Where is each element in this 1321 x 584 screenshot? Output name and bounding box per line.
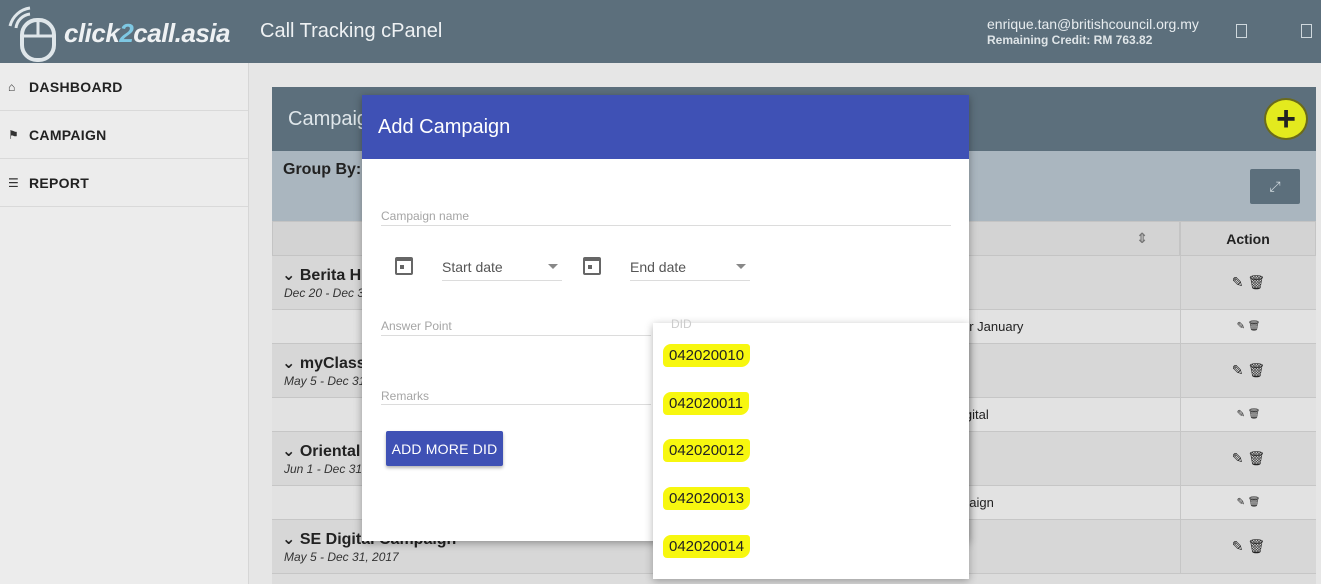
- logo-text: click2call.asia: [64, 18, 230, 48]
- menu-icon[interactable]: [1301, 24, 1312, 38]
- home-icon: ⌂: [8, 79, 16, 94]
- row-actions: ✎ 🗑: [1180, 310, 1316, 343]
- group-date: Jun 1 - Dec 31: [284, 462, 363, 476]
- trash-icon[interactable]: 🗑: [1248, 321, 1261, 332]
- end-date-select[interactable]: End date: [630, 259, 686, 275]
- group-name[interactable]: ⌄ Berita H: [282, 265, 361, 285]
- did-option[interactable]: 042020013: [663, 487, 751, 510]
- list-icon: ☰: [8, 175, 20, 190]
- edit-icon[interactable]: ✎: [1232, 362, 1244, 379]
- row-actions: ✎ 🗑: [1180, 520, 1316, 573]
- group-date: May 5 - Dec 31: [284, 374, 366, 388]
- sidebar-item-campaign[interactable]: ⚑ CAMPAIGN: [0, 111, 248, 159]
- column-header-action: Action: [1180, 221, 1316, 256]
- row-actions: ✎ 🗑: [1180, 344, 1316, 397]
- row-actions: ✎ 🗑: [1180, 432, 1316, 485]
- trash-icon[interactable]: 🗑: [1247, 362, 1265, 379]
- group-name[interactable]: ⌄ myClass: [282, 353, 366, 373]
- sidebar-item-label: DASHBOARD: [29, 78, 123, 95]
- mouse-logo-icon: [8, 6, 56, 62]
- edit-icon[interactable]: ✎: [1237, 497, 1245, 508]
- row-actions: ✎ 🗑: [1180, 398, 1316, 431]
- top-bar: click2call.asia Call Tracking cPanel enr…: [0, 0, 1321, 63]
- flag-icon: ⚑: [8, 127, 20, 142]
- edit-icon[interactable]: ✎: [1232, 538, 1244, 555]
- chevron-down-icon: [548, 264, 558, 269]
- sidebar: ⌂ DASHBOARD ⚑ CAMPAIGN ☰ REPORT: [0, 63, 249, 584]
- sidebar-item-label: REPORT: [29, 174, 90, 191]
- add-campaign-button[interactable]: +: [1264, 98, 1308, 140]
- add-more-did-button[interactable]: ADD MORE DID: [386, 431, 503, 466]
- group-name[interactable]: ⌄ Oriental: [282, 441, 360, 461]
- collapse-button[interactable]: ⤢: [1250, 169, 1300, 204]
- notification-icon[interactable]: [1236, 24, 1247, 38]
- dialog-header: Add Campaign: [362, 95, 969, 159]
- edit-icon[interactable]: ✎: [1232, 450, 1244, 467]
- trash-icon[interactable]: 🗑: [1247, 274, 1265, 291]
- campaign-name-underline: [381, 225, 951, 226]
- sidebar-item-label: CAMPAIGN: [29, 126, 107, 143]
- row-actions: ✎ 🗑: [1180, 256, 1316, 309]
- trash-icon[interactable]: 🗑: [1247, 450, 1265, 467]
- group-date: Dec 20 - Dec 3: [284, 286, 365, 300]
- did-option[interactable]: 042020010: [663, 344, 751, 367]
- trash-icon[interactable]: 🗑: [1248, 409, 1261, 420]
- trash-icon[interactable]: 🗑: [1247, 538, 1265, 555]
- remaining-credit: Remaining Credit: RM 763.82: [987, 33, 1153, 47]
- did-dropdown[interactable]: DID 042020010 042020011 042020012 042020…: [653, 317, 969, 579]
- remarks-underline: [381, 404, 651, 405]
- sidebar-item-dashboard[interactable]: ⌂ DASHBOARD: [0, 63, 248, 111]
- campaign-name-input[interactable]: Campaign name: [381, 209, 469, 223]
- edit-icon[interactable]: ✎: [1237, 321, 1245, 332]
- group-date: May 5 - Dec 31, 2017: [284, 550, 399, 564]
- calendar-icon[interactable]: [583, 257, 601, 275]
- edit-icon[interactable]: ✎: [1232, 274, 1244, 291]
- calendar-icon[interactable]: [395, 257, 413, 275]
- did-option[interactable]: 042020014: [663, 535, 751, 558]
- answer-point-input[interactable]: Answer Point: [381, 319, 452, 333]
- dialog-title: Add Campaign: [378, 116, 511, 138]
- chevron-down-icon: [736, 264, 746, 269]
- start-date-underline: [442, 280, 562, 281]
- group-by-label: Group By:: [283, 161, 362, 178]
- user-email[interactable]: enrique.tan@britishcouncil.org.my: [987, 16, 1199, 32]
- plus-icon: +: [1276, 100, 1296, 138]
- compress-icon: ⤢: [1269, 178, 1281, 194]
- trash-icon[interactable]: 🗑: [1248, 497, 1261, 508]
- did-option[interactable]: 042020012: [663, 439, 751, 462]
- brand-logo[interactable]: click2call.asia: [6, 4, 246, 62]
- row-actions: ✎ 🗑: [1180, 486, 1316, 519]
- edit-icon[interactable]: ✎: [1237, 409, 1245, 420]
- did-label: DID: [671, 317, 692, 331]
- end-date-underline: [630, 280, 750, 281]
- start-date-select[interactable]: Start date: [442, 259, 503, 275]
- did-option[interactable]: 042020011: [663, 392, 749, 415]
- answer-point-underline: [381, 335, 651, 336]
- remarks-input[interactable]: Remarks: [381, 389, 429, 403]
- app-title: Call Tracking cPanel: [260, 20, 443, 42]
- detail-text: or January: [962, 319, 1024, 334]
- sidebar-item-report[interactable]: ☰ REPORT: [0, 159, 248, 207]
- panel-title: Campaig: [288, 108, 369, 130]
